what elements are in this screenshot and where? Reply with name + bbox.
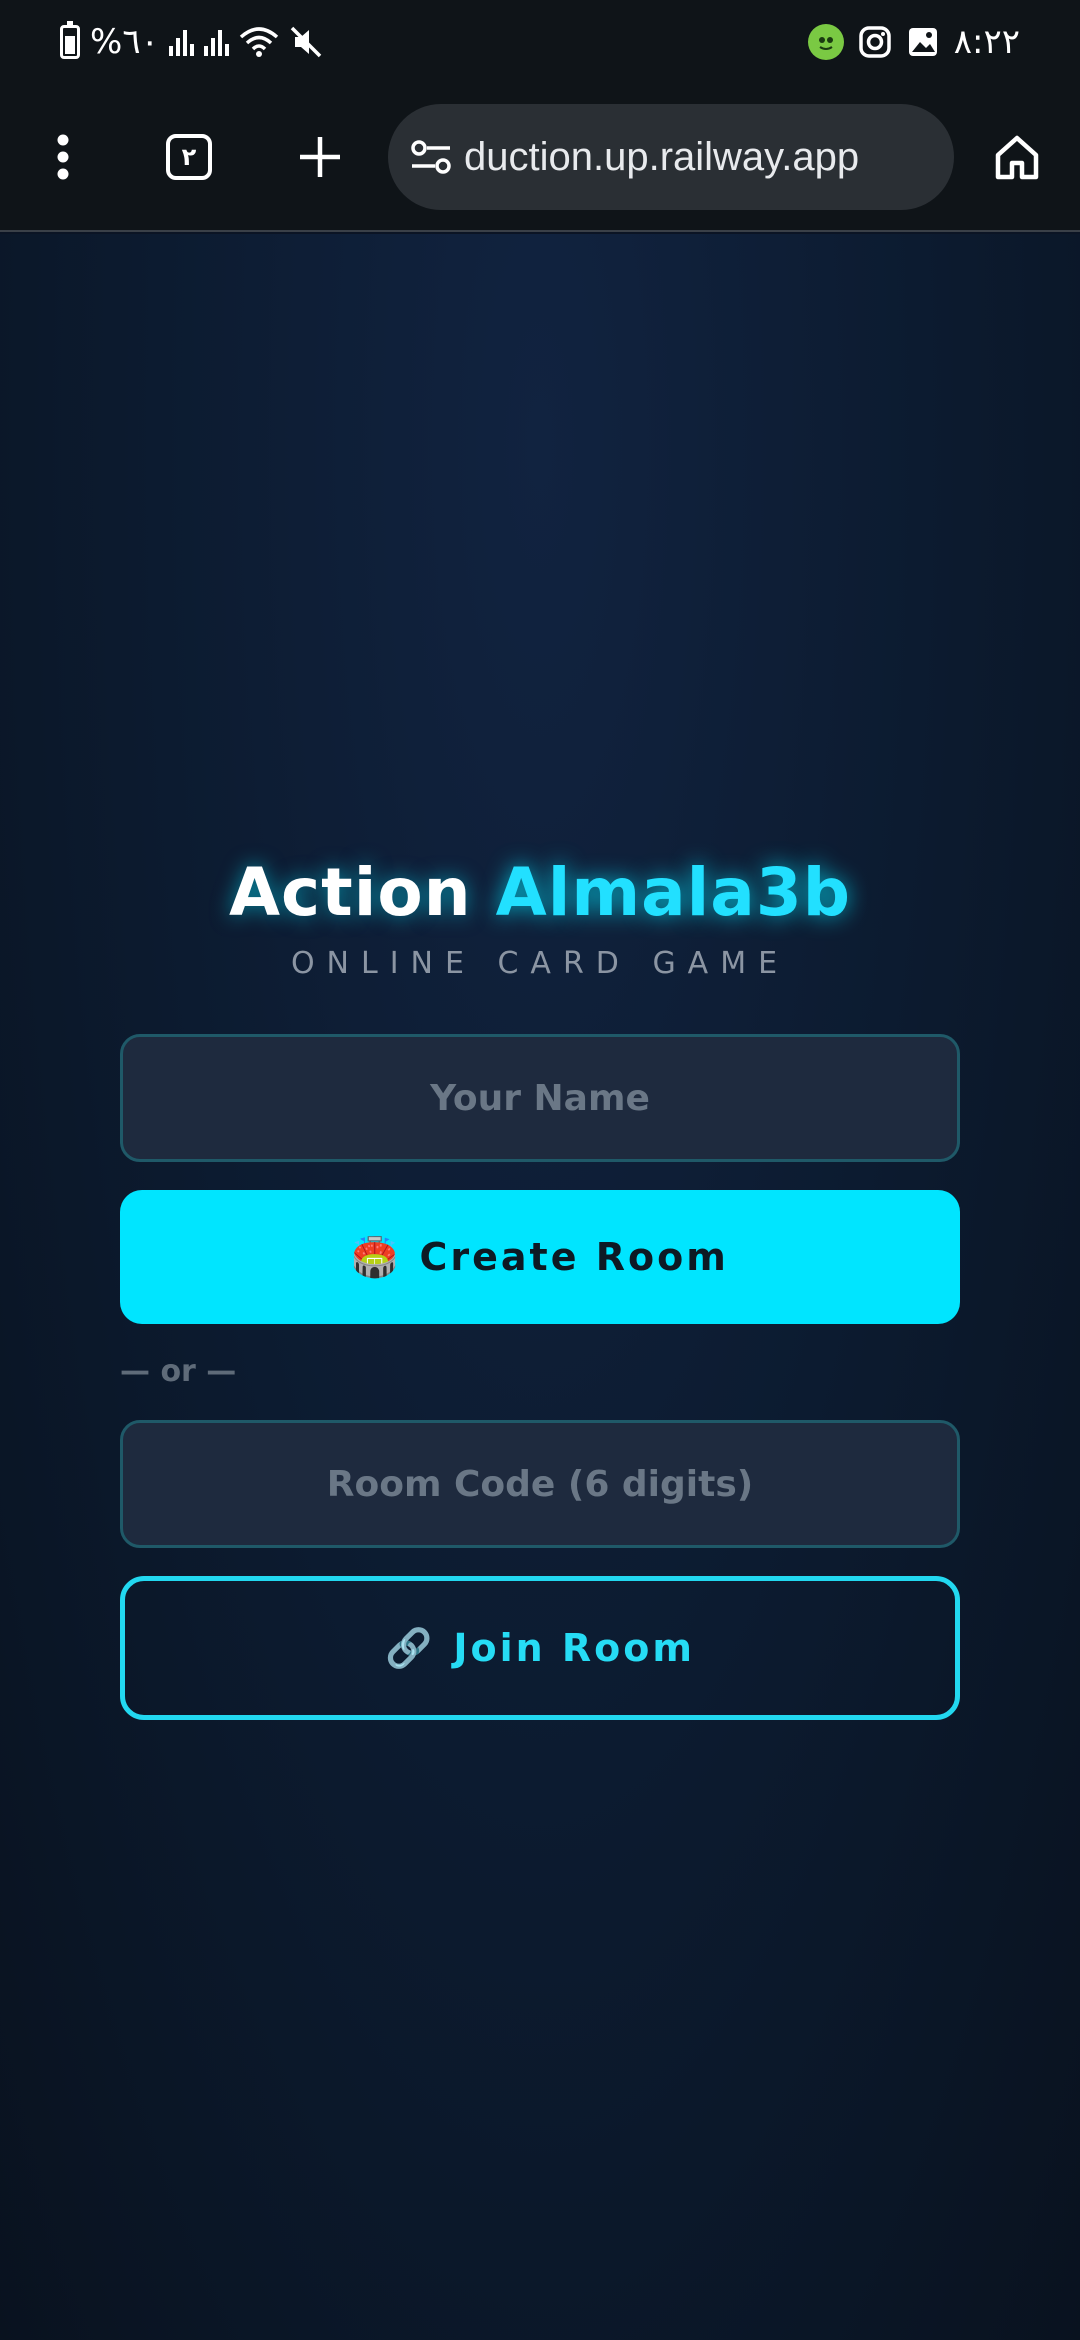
mute-icon — [290, 26, 322, 58]
new-tab-button[interactable] — [285, 122, 355, 192]
page-subtitle: ONLINE CARD GAME — [290, 946, 790, 981]
more-vert-icon — [57, 134, 69, 180]
status-left: %٦٠ — [60, 20, 323, 64]
status-bar: %٦٠ ٨:٢٢ — [0, 0, 1080, 82]
join-room-label: Join Room — [453, 1626, 695, 1670]
battery-icon — [60, 21, 80, 59]
tab-switcher-button[interactable]: ٢ — [154, 122, 224, 192]
site-settings-icon[interactable] — [410, 139, 452, 175]
status-right: ٨:٢٢ — [807, 20, 1020, 64]
gallery-icon — [908, 28, 937, 56]
title-action: Action — [228, 854, 472, 931]
link-icon: 🔗 — [385, 1625, 436, 1670]
battery-percentage: %٦٠ — [90, 22, 159, 62]
instagram-icon — [859, 26, 891, 58]
clock: ٨:٢٢ — [953, 22, 1020, 62]
room-code-input[interactable] — [120, 1420, 960, 1548]
home-icon — [995, 135, 1039, 180]
stadium-icon: 🏟️ — [351, 1234, 402, 1279]
tab-count: ٢ — [166, 134, 212, 180]
join-room-button[interactable]: 🔗 Join Room — [120, 1576, 960, 1720]
or-divider: — or — — [120, 1354, 237, 1389]
browser-toolbar: ٢ duction.up.railway.app — [0, 82, 1080, 232]
home-button[interactable] — [982, 122, 1052, 192]
create-room-button[interactable]: 🏟️ Create Room — [120, 1190, 960, 1324]
signal-icon — [203, 28, 229, 56]
title-almala3b: Almala3b — [495, 854, 852, 931]
page-title: Action Almala3b — [0, 854, 1080, 931]
app-notification-icon — [807, 24, 844, 60]
url-text: duction.up.railway.app — [464, 134, 860, 179]
signal-icon — [168, 28, 194, 56]
name-input[interactable] — [120, 1034, 960, 1162]
game-lobby-page: Action Almala3b ONLINE CARD GAME 🏟️ Crea… — [0, 234, 1080, 2340]
menu-button[interactable] — [28, 122, 98, 192]
url-bar[interactable]: duction.up.railway.app — [388, 104, 954, 210]
wifi-icon — [239, 27, 279, 57]
create-room-label: Create Room — [419, 1235, 729, 1279]
plus-icon — [300, 137, 340, 177]
